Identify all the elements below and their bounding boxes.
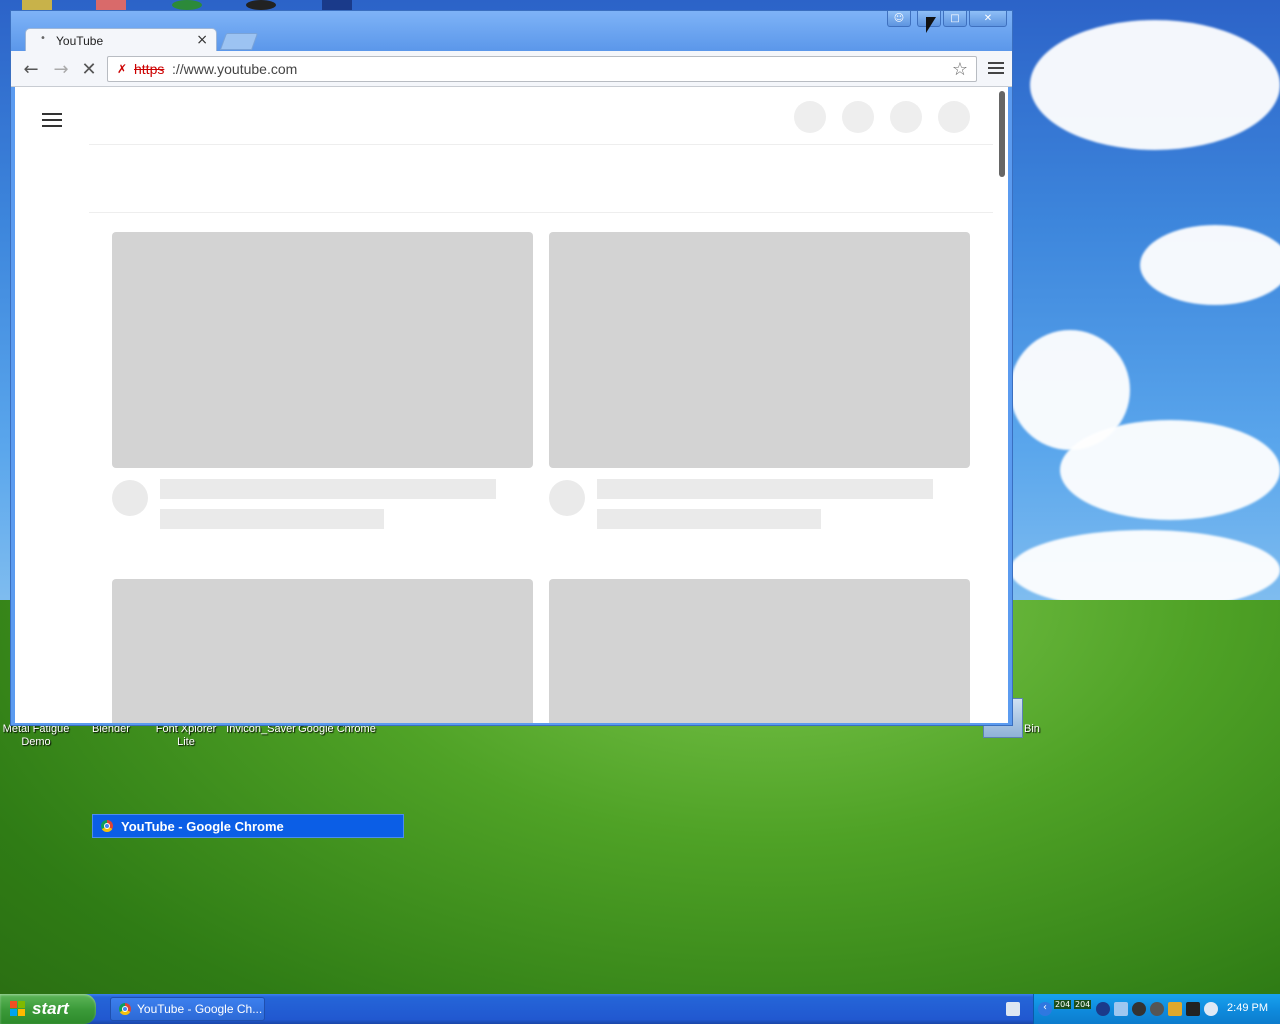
desktop-icon-top[interactable] [96, 0, 126, 10]
meta-placeholder [597, 509, 821, 529]
chrome-menu-button[interactable] [988, 59, 1004, 77]
cloud [1030, 20, 1280, 150]
desktop-icon-top[interactable] [22, 0, 52, 10]
new-tab-button[interactable] [219, 33, 259, 50]
channel-avatar-placeholder [112, 480, 148, 516]
page-viewport[interactable] [15, 87, 1008, 723]
loading-icon: • [40, 33, 46, 44]
close-tab-icon[interactable]: × [196, 32, 208, 48]
divider [89, 144, 993, 145]
url-host: ://www.youtube.com [172, 61, 298, 77]
monitor-icon[interactable] [1114, 1002, 1128, 1016]
windows-logo-icon [10, 1001, 26, 1017]
video-thumbnail-placeholder [549, 232, 970, 468]
placeholder-circle [842, 101, 874, 133]
chrome-icon [119, 1003, 131, 1015]
bookmark-star-icon[interactable]: ☆ [952, 59, 968, 80]
window-switcher[interactable]: YouTube - Google Chrome [92, 814, 404, 838]
video-thumbnail-placeholder [112, 579, 533, 723]
clock[interactable]: 2:49 PM [1227, 1002, 1268, 1014]
recycle-bin-label: Bin [1024, 723, 1040, 735]
title-bar[interactable]: ☺ – □ ✕ • YouTube × [11, 11, 1012, 52]
chrome-window[interactable]: ☺ – □ ✕ • YouTube × ← → ✕ ✗ https ://www… [10, 10, 1013, 726]
meta-placeholder [160, 509, 384, 529]
switcher-label: YouTube - Google Chrome [121, 818, 284, 834]
address-bar[interactable]: ✗ https ://www.youtube.com ☆ [107, 56, 977, 82]
back-button[interactable]: ← [19, 57, 43, 81]
desktop-icon-label: Font Xplorer Lite [155, 723, 217, 748]
network-counter[interactable]: 204 [1054, 1000, 1072, 1009]
taskbar-button-label: YouTube - Google Ch... [137, 1002, 263, 1016]
cloud [1140, 225, 1280, 305]
app-icon[interactable] [1186, 1002, 1200, 1016]
placeholder-circle [794, 101, 826, 133]
messenger-icon[interactable] [1204, 1002, 1218, 1016]
show-hidden-icons-chevron[interactable]: ‹ [1038, 1002, 1052, 1016]
mouse-cursor-icon [926, 17, 936, 33]
globe-icon[interactable] [1096, 1002, 1110, 1016]
pen-icon[interactable] [1168, 1002, 1182, 1016]
insecure-lock-icon[interactable]: ✗ [117, 62, 127, 76]
placeholder-circle [890, 101, 922, 133]
desktop-icon-metal-fatigue[interactable]: Metal Fatigue Demo [0, 723, 74, 749]
maximize-button[interactable]: □ [943, 11, 967, 27]
placeholder-circle [938, 101, 970, 133]
desktop-icon-top[interactable] [246, 0, 276, 10]
toolbar: ← → ✕ ✗ https ://www.youtube.com ☆ [11, 51, 1012, 87]
network-counter[interactable]: 204 [1074, 1000, 1092, 1009]
video-thumbnail-placeholder [549, 579, 970, 723]
start-label: start [32, 999, 69, 1018]
settings-icon[interactable] [1132, 1002, 1146, 1016]
cloud [1060, 420, 1280, 520]
profile-icon[interactable]: ☺ [887, 11, 911, 27]
cloud [1010, 530, 1280, 610]
title-placeholder [597, 479, 933, 499]
taskbar-button-chrome[interactable]: YouTube - Google Ch... [110, 997, 265, 1021]
taskbar: start YouTube - Google Ch... ‹ 204 204 2… [0, 994, 1280, 1024]
guide-menu-icon[interactable] [42, 109, 62, 131]
video-thumbnail-placeholder [112, 232, 533, 468]
tab-youtube[interactable]: • YouTube × [25, 28, 217, 52]
url-scheme: https [134, 61, 165, 77]
channel-avatar-placeholder [549, 480, 585, 516]
chrome-icon [101, 820, 113, 832]
stop-button[interactable]: ✕ [77, 57, 101, 81]
system-tray: ‹ 204 204 2:49 PM [1006, 994, 1280, 1024]
desktop-icon-label: Metal Fatigue Demo [2, 723, 70, 748]
start-button[interactable]: start [0, 994, 96, 1024]
desktop-icon-top[interactable] [172, 0, 202, 10]
desktop-icon-font-xplorer[interactable]: Font Xplorer Lite [148, 723, 224, 749]
desktop-icon-top[interactable] [322, 0, 352, 10]
close-window-button[interactable]: ✕ [969, 11, 1007, 27]
media-icon[interactable] [1150, 1002, 1164, 1016]
tab-title: YouTube [56, 34, 104, 48]
scrollbar-thumb[interactable] [999, 91, 1005, 177]
title-placeholder [160, 479, 496, 499]
forward-button[interactable]: → [49, 57, 73, 81]
divider [89, 212, 993, 213]
keyboard-icon[interactable] [1006, 1002, 1020, 1016]
